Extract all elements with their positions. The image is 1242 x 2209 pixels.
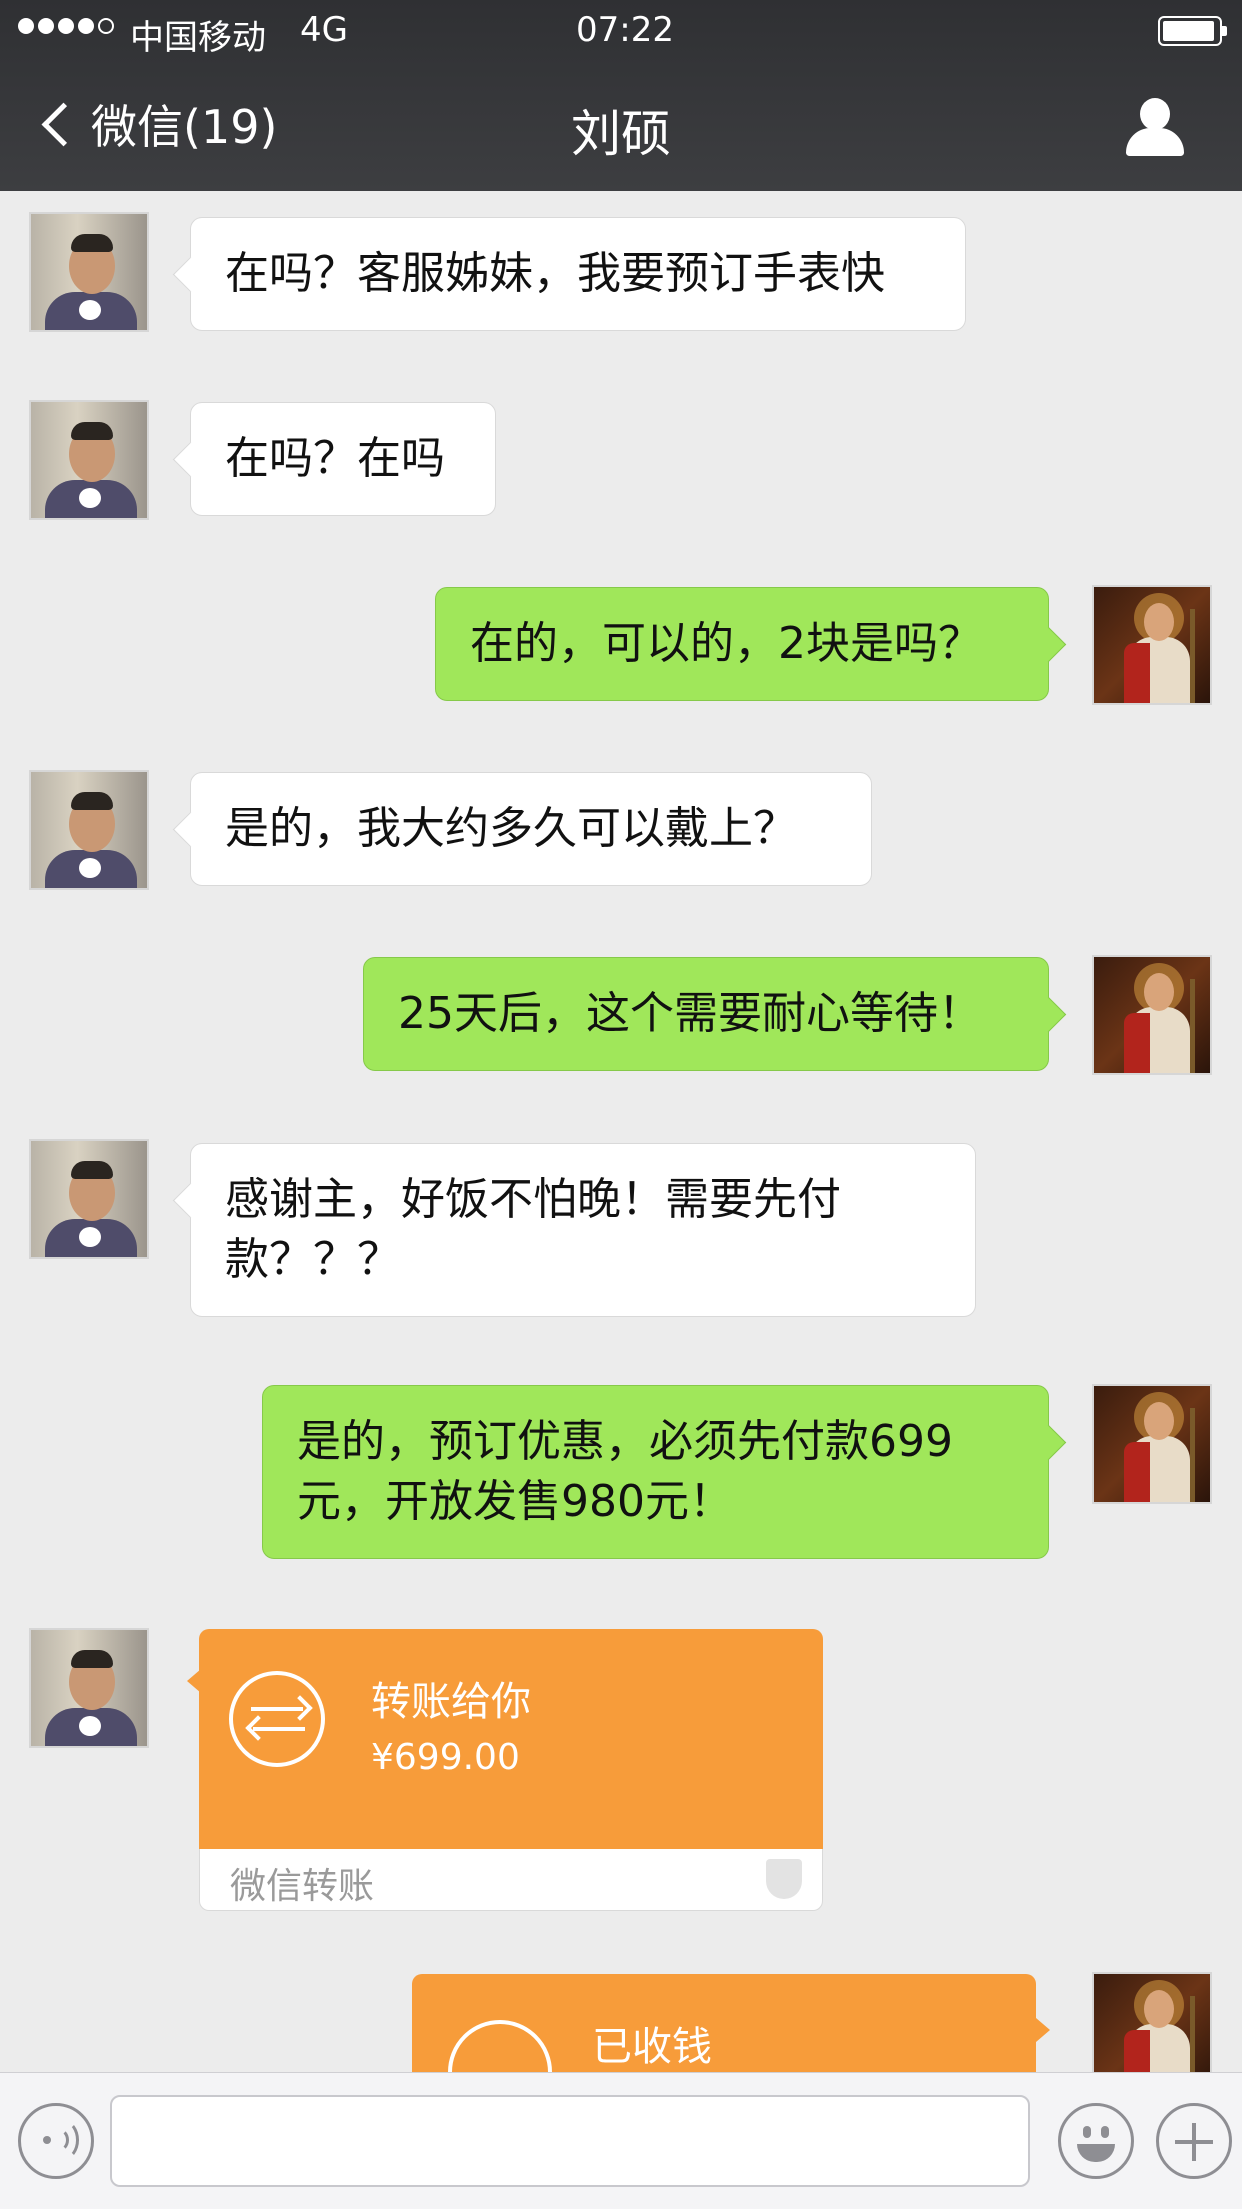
checkmark-circle-icon <box>448 2020 552 2072</box>
signal-strength-icon <box>18 18 114 34</box>
incoming-message[interactable]: 在吗？客服姊妹，我要预订手表快 <box>190 217 966 331</box>
my-avatar[interactable] <box>1092 1384 1212 1504</box>
my-avatar[interactable] <box>1092 955 1212 1075</box>
incoming-message[interactable]: 感谢主，好饭不怕晚！需要先付款？？？ <box>190 1143 976 1317</box>
shield-icon <box>766 1859 802 1899</box>
transfer-title: 已收钱 <box>592 2024 712 2070</box>
incoming-message[interactable]: 是的，我大约多久可以戴上？ <box>190 772 872 886</box>
outgoing-message[interactable]: 在的，可以的，2块是吗？ <box>435 587 1049 701</box>
status-time: 07:22 <box>576 10 674 50</box>
incoming-message[interactable]: 在吗？在吗 <box>190 402 496 516</box>
contact-avatar[interactable] <box>29 212 149 332</box>
transfer-card-accepted[interactable]: 已收钱 <box>412 1974 1050 2072</box>
chat-title: 刘硕 <box>571 105 671 163</box>
chat-area[interactable]: 在吗？客服姊妹，我要预订手表快 在吗？在吗 在的，可以的，2块是吗？ 是的，我大… <box>0 191 1242 2072</box>
my-avatar[interactable] <box>1092 1972 1212 2072</box>
transfer-footer: 微信转账 <box>230 1866 375 1907</box>
outgoing-message[interactable]: 是的，预订优惠，必须先付款699元，开放发售980元！ <box>262 1385 1049 1559</box>
status-bar: 中国移动 4G 07:22 <box>0 0 1242 62</box>
contact-avatar[interactable] <box>29 1628 149 1748</box>
emoji-button[interactable] <box>1058 2103 1134 2179</box>
network-type: 4G <box>300 10 348 50</box>
transfer-card-received[interactable]: 转账给你 ¥699.00 微信转账 <box>187 1629 823 1911</box>
contact-avatar[interactable] <box>29 770 149 890</box>
message-input[interactable] <box>110 2095 1030 2187</box>
top-bar: 中国移动 4G 07:22 微信(19) 刘硕 <box>0 0 1242 191</box>
contact-avatar[interactable] <box>29 400 149 520</box>
my-avatar[interactable] <box>1092 585 1212 705</box>
contact-profile-button[interactable] <box>1126 98 1184 156</box>
more-options-button[interactable] <box>1156 2103 1232 2179</box>
carrier-name: 中国移动 <box>130 18 266 58</box>
voice-input-button[interactable] <box>18 2103 94 2179</box>
transfer-icon <box>229 1671 325 1767</box>
transfer-title: 转账给你 <box>371 1679 531 1725</box>
battery-icon <box>1158 16 1227 46</box>
outgoing-message[interactable]: 25天后，这个需要耐心等待！ <box>363 957 1049 1071</box>
nav-bar: 微信(19) 刘硕 <box>0 62 1242 191</box>
input-bar <box>0 2072 1242 2209</box>
transfer-amount: ¥699.00 <box>371 1737 520 1778</box>
contact-avatar[interactable] <box>29 1139 149 1259</box>
